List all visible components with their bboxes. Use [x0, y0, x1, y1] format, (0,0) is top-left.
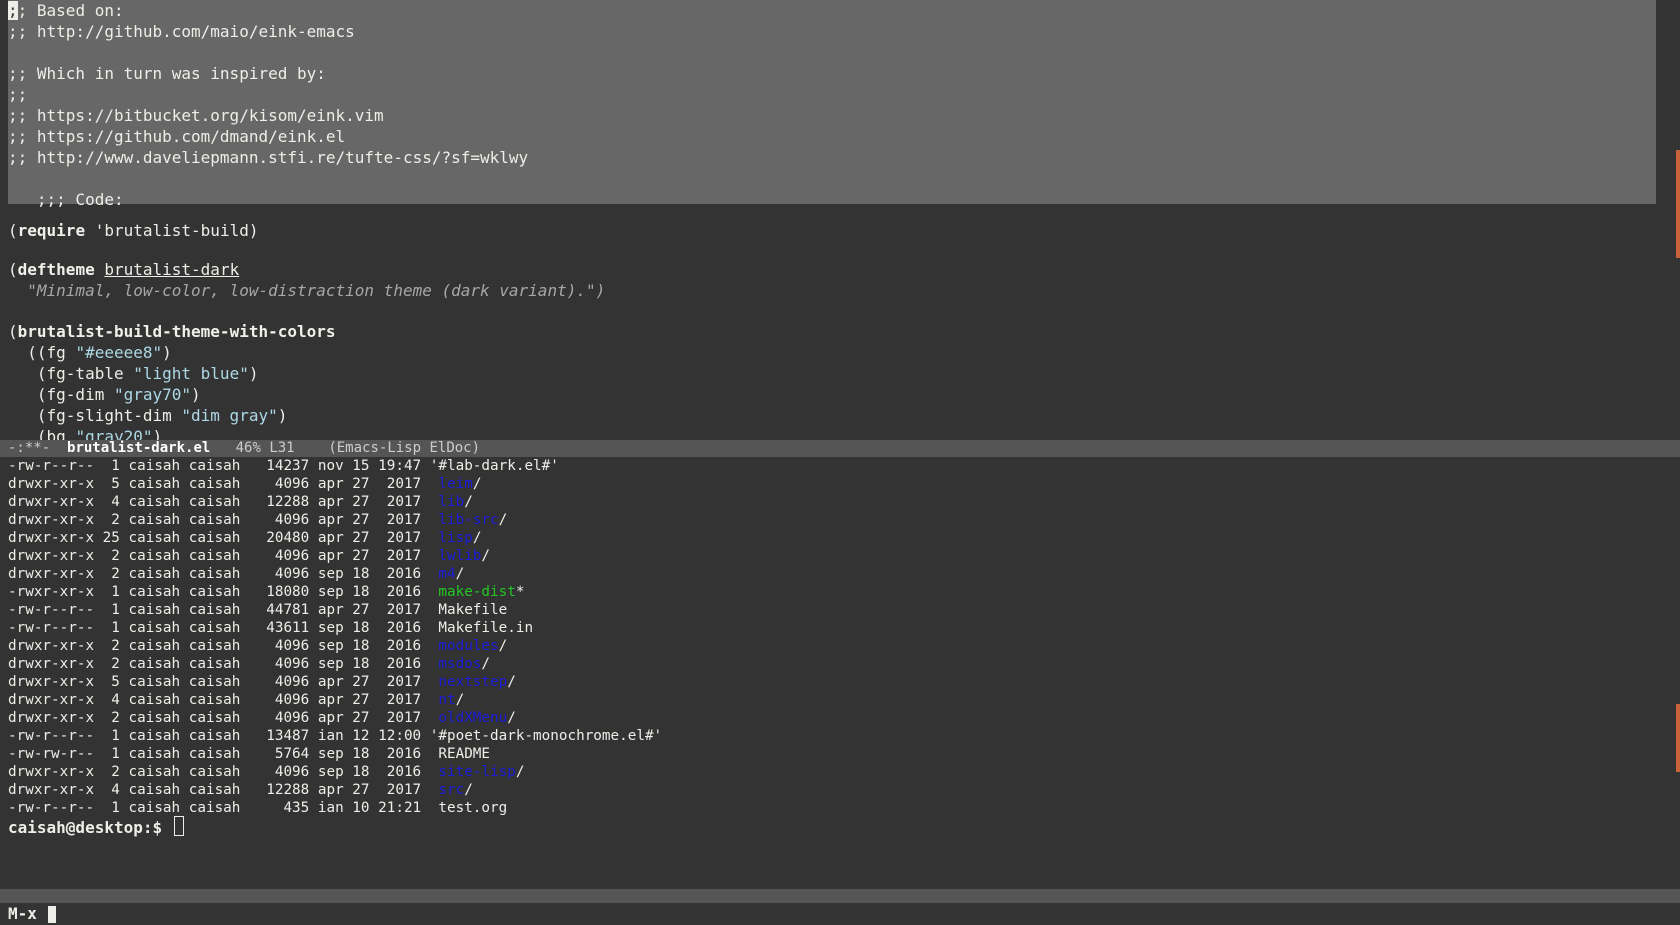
ls-entry-name[interactable]: lib — [438, 494, 464, 510]
color-line: (fg-slight-dim "dim gray") — [8, 406, 288, 425]
color-line: (bg "gray20") — [8, 426, 162, 440]
minibuffer-prompt: M-x — [8, 904, 37, 923]
terminal-scroll-indicator[interactable] — [1676, 704, 1680, 772]
ls-entry-name[interactable]: m4 — [438, 566, 455, 582]
terminal-buffer[interactable]: -rw-r--r-- 1 caisah caisah 14237 nov 15 … — [0, 457, 1680, 887]
ls-entry-name[interactable]: modules — [438, 638, 498, 654]
ls-row: -rw-r--r-- 1 caisah caisah 43611 sep 18 … — [8, 620, 534, 636]
comment-line: ;;; Code: — [8, 190, 124, 209]
editor-cursor: ; — [8, 1, 18, 20]
ls-row: drwxr-xr-x 2 caisah caisah 4096 sep 18 2… — [8, 656, 491, 672]
ls-entry-name[interactable]: nt — [438, 692, 455, 708]
comment-line: ;; https://bitbucket.org/kisom/eink.vim — [8, 106, 384, 125]
comment-line: ;; — [8, 85, 28, 104]
ls-row: drwxr-xr-x 2 caisah caisah 4096 apr 27 2… — [8, 548, 491, 564]
ls-row: drwxr-xr-x 5 caisah caisah 4096 apr 27 2… — [8, 674, 516, 690]
color-value: "dim gray" — [181, 406, 278, 425]
ls-entry-name[interactable]: '#poet-dark-monochrome.el#' — [430, 728, 662, 744]
require-line: (require 'brutalist-build) — [8, 221, 259, 240]
ls-row: drwxr-xr-x 25 caisah caisah 20480 apr 27… — [8, 530, 482, 546]
ls-row: drwxr-xr-x 2 caisah caisah 4096 sep 18 2… — [8, 638, 508, 654]
ls-row: drwxr-xr-x 5 caisah caisah 4096 apr 27 2… — [8, 476, 482, 492]
color-value: "gray20" — [75, 427, 153, 440]
ls-row: drwxr-xr-x 2 caisah caisah 4096 sep 18 2… — [8, 566, 465, 582]
ls-entry-name[interactable]: test.org — [438, 800, 507, 816]
shell-prompt[interactable]: caisah@desktop:$ — [8, 816, 184, 839]
ls-row: drwxr-xr-x 4 caisah caisah 12288 apr 27 … — [8, 782, 473, 798]
color-line: (fg-dim "gray70") — [8, 385, 201, 404]
ls-entry-name[interactable]: '#lab-dark.el#' — [430, 458, 559, 474]
color-value: "light blue" — [133, 364, 249, 383]
editor-buffer[interactable]: ;; Based on: ;; http://github.com/maio/ei… — [0, 0, 1680, 440]
ls-entry-name[interactable]: Makefile.in — [438, 620, 533, 636]
comment-line: ;; Which in turn was inspired by: — [8, 64, 326, 83]
modeline-buffer-name: brutalist-dark.el — [67, 440, 211, 456]
modeline-status: -:**- — [8, 440, 68, 456]
modeline-position: 46% L31 (Emacs-Lisp ElDoc) — [210, 440, 481, 456]
ls-entry-name[interactable]: site-lisp — [438, 764, 515, 780]
color-value: "gray70" — [113, 385, 192, 404]
minibuffer-cursor — [48, 906, 56, 923]
color-value: "#eeeee8" — [75, 343, 163, 362]
ls-entry-name[interactable]: msdos — [438, 656, 481, 672]
ls-row: drwxr-xr-x 2 caisah caisah 4096 sep 18 2… — [8, 764, 525, 780]
comment-line: ;; http://www.daveliepmann.stfi.re/tufte… — [8, 148, 529, 167]
ls-row: -rwxr-xr-x 1 caisah caisah 18080 sep 18 … — [8, 584, 525, 600]
docstring-line: "Minimal, low-color, low-distraction the… — [8, 281, 606, 300]
ls-row: -rw-r--r-- 1 caisah caisah 44781 apr 27 … — [8, 602, 508, 618]
ls-entry-name[interactable]: Makefile — [438, 602, 507, 618]
mode-line: -:**- brutalist-dark.el 46% L31 (Emacs-L… — [0, 440, 1680, 457]
ls-entry-name[interactable]: src — [438, 782, 464, 798]
ls-row: -rw-rw-r-- 1 caisah caisah 5764 sep 18 2… — [8, 746, 491, 762]
minibuffer[interactable]: M-x — [0, 903, 1680, 925]
ls-row: -rw-r--r-- 1 caisah caisah 13487 ian 12 … — [8, 728, 663, 744]
terminal-mode-line — [0, 889, 1680, 903]
ls-entry-name[interactable]: README — [438, 746, 490, 762]
comment-line: ;; http://github.com/maio/eink-emacs — [8, 22, 355, 41]
deftheme-line: (deftheme brutalist-dark — [8, 260, 240, 279]
ls-entry-name[interactable]: leim — [438, 476, 472, 492]
ls-row: drwxr-xr-x 2 caisah caisah 4096 apr 27 2… — [8, 512, 508, 528]
ls-entry-name[interactable]: lib-src — [438, 512, 498, 528]
ls-entry-name[interactable]: nextstep — [438, 674, 507, 690]
theme-name: brutalist-dark — [104, 260, 240, 279]
ls-entry-name[interactable]: lwlib — [438, 548, 481, 564]
editor-scroll-indicator[interactable] — [1676, 150, 1680, 258]
ls-entry-name[interactable]: make-dist — [438, 584, 515, 600]
ls-row: drwxr-xr-x 4 caisah caisah 4096 apr 27 2… — [8, 692, 465, 708]
ls-entry-name[interactable]: oldXMenu — [438, 710, 507, 726]
ls-row: -rw-r--r-- 1 caisah caisah 14237 nov 15 … — [8, 458, 559, 474]
builder-line: (brutalist-build-theme-with-colors — [8, 322, 336, 341]
ls-row: drwxr-xr-x 2 caisah caisah 4096 apr 27 2… — [8, 710, 516, 726]
ls-entry-name[interactable]: lisp — [438, 530, 472, 546]
ls-row: drwxr-xr-x 4 caisah caisah 12288 apr 27 … — [8, 494, 473, 510]
ls-row: -rw-r--r-- 1 caisah caisah 435 ian 10 21… — [8, 800, 508, 816]
prompt-cursor — [173, 816, 184, 836]
comment-line: ;; Based on: — [8, 1, 124, 20]
color-line: ((fg "#eeeee8") — [8, 343, 172, 362]
comment-line: ;; https://github.com/dmand/eink.el — [8, 127, 346, 146]
color-line: (fg-table "light blue") — [8, 364, 259, 383]
